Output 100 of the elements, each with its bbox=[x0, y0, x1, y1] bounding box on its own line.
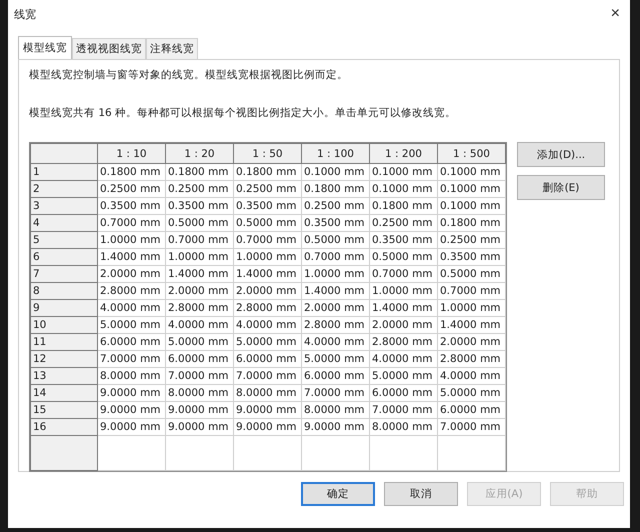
table-cell[interactable]: 0.1000 mm bbox=[438, 198, 506, 214]
table-cell[interactable]: 0.7000 mm bbox=[166, 232, 234, 248]
table-cell[interactable]: 8.0000 mm bbox=[98, 368, 166, 384]
table-cell[interactable]: 9.0000 mm bbox=[166, 402, 234, 418]
table-cell[interactable]: 0.1000 mm bbox=[302, 164, 370, 180]
table-cell[interactable]: 2.8000 mm bbox=[98, 282, 166, 300]
table-cell[interactable]: 9.0000 mm bbox=[98, 402, 166, 418]
table-cell[interactable]: 8.0000 mm bbox=[166, 384, 234, 402]
table-cell[interactable]: 0.1800 mm bbox=[166, 164, 234, 180]
table-cell[interactable]: 5.0000 mm bbox=[234, 334, 302, 350]
table-cell[interactable]: 5.0000 mm bbox=[370, 368, 438, 384]
table-cell[interactable]: 8.0000 mm bbox=[302, 402, 370, 418]
table-cell[interactable]: 1.4000 mm bbox=[370, 300, 438, 316]
table-cell[interactable]: 2.0000 mm bbox=[166, 282, 234, 300]
table-cell[interactable]: 0.3500 mm bbox=[438, 248, 506, 266]
table-cell[interactable]: 9.0000 mm bbox=[234, 418, 302, 436]
table-cell[interactable]: 5.0000 mm bbox=[438, 384, 506, 402]
table-cell[interactable]: 0.7000 mm bbox=[98, 214, 166, 232]
table-cell[interactable]: 0.3500 mm bbox=[98, 198, 166, 214]
table-cell[interactable]: 0.7000 mm bbox=[302, 248, 370, 266]
table-cell[interactable]: 0.5000 mm bbox=[234, 214, 302, 232]
table-cell[interactable]: 4.0000 mm bbox=[166, 316, 234, 334]
table-cell[interactable]: 0.3500 mm bbox=[166, 198, 234, 214]
table-cell[interactable]: 0.3500 mm bbox=[370, 232, 438, 248]
table-cell[interactable]: 2.0000 mm bbox=[302, 300, 370, 316]
table-cell[interactable]: 1.0000 mm bbox=[438, 300, 506, 316]
table-cell[interactable]: 2.0000 mm bbox=[98, 266, 166, 282]
table-cell[interactable]: 4.0000 mm bbox=[302, 334, 370, 350]
table-cell[interactable]: 1.4000 mm bbox=[166, 266, 234, 282]
table-cell[interactable]: 4.0000 mm bbox=[98, 300, 166, 316]
close-button[interactable]: × bbox=[604, 5, 626, 23]
table-cell[interactable]: 0.1000 mm bbox=[370, 180, 438, 198]
table-cell[interactable]: 9.0000 mm bbox=[166, 418, 234, 436]
table-cell[interactable]: 0.2500 mm bbox=[302, 198, 370, 214]
table-cell[interactable]: 0.2500 mm bbox=[438, 232, 506, 248]
table-cell[interactable]: 2.0000 mm bbox=[234, 282, 302, 300]
table-cell[interactable]: 7.0000 mm bbox=[370, 402, 438, 418]
dialog-button[interactable]: 确定 bbox=[301, 482, 375, 506]
table-cell[interactable]: 5.0000 mm bbox=[166, 334, 234, 350]
table-cell[interactable]: 2.8000 mm bbox=[438, 350, 506, 368]
table-cell[interactable]: 9.0000 mm bbox=[302, 418, 370, 436]
table-cell[interactable]: 0.7000 mm bbox=[438, 282, 506, 300]
table-cell[interactable]: 1.0000 mm bbox=[302, 266, 370, 282]
table-cell[interactable]: 0.5000 mm bbox=[166, 214, 234, 232]
table-cell[interactable]: 0.2500 mm bbox=[234, 180, 302, 198]
table-cell[interactable]: 1.4000 mm bbox=[234, 266, 302, 282]
tab[interactable]: 注释线宽 bbox=[146, 38, 198, 59]
table-cell[interactable]: 9.0000 mm bbox=[98, 418, 166, 436]
table-cell[interactable]: 4.0000 mm bbox=[370, 350, 438, 368]
table-cell[interactable]: 5.0000 mm bbox=[98, 316, 166, 334]
table-cell[interactable]: 6.0000 mm bbox=[98, 334, 166, 350]
table-cell[interactable]: 0.1800 mm bbox=[234, 164, 302, 180]
table-cell[interactable]: 0.1800 mm bbox=[302, 180, 370, 198]
table-cell[interactable]: 0.7000 mm bbox=[234, 232, 302, 248]
side-button[interactable]: 添加(D)... bbox=[517, 142, 605, 167]
table-cell[interactable]: 0.2500 mm bbox=[370, 214, 438, 232]
table-cell[interactable]: 8.0000 mm bbox=[370, 418, 438, 436]
table-cell[interactable]: 9.0000 mm bbox=[98, 384, 166, 402]
table-cell[interactable]: 0.2500 mm bbox=[98, 180, 166, 198]
table-cell[interactable]: 4.0000 mm bbox=[438, 368, 506, 384]
table-cell[interactable]: 6.0000 mm bbox=[302, 368, 370, 384]
table-cell[interactable]: 9.0000 mm bbox=[234, 402, 302, 418]
table-cell[interactable]: 0.1800 mm bbox=[438, 214, 506, 232]
table-cell[interactable]: 1.0000 mm bbox=[234, 248, 302, 266]
table-cell[interactable]: 2.0000 mm bbox=[370, 316, 438, 334]
table-cell[interactable]: 0.5000 mm bbox=[370, 248, 438, 266]
table-cell[interactable]: 1.4000 mm bbox=[438, 316, 506, 334]
table-cell[interactable]: 0.1000 mm bbox=[438, 164, 506, 180]
table-cell[interactable]: 7.0000 mm bbox=[302, 384, 370, 402]
table-cell[interactable]: 6.0000 mm bbox=[438, 402, 506, 418]
table-cell[interactable]: 2.0000 mm bbox=[438, 334, 506, 350]
table-cell[interactable]: 0.1000 mm bbox=[438, 180, 506, 198]
table-cell[interactable]: 5.0000 mm bbox=[302, 350, 370, 368]
table-cell[interactable]: 6.0000 mm bbox=[234, 350, 302, 368]
table-cell[interactable]: 7.0000 mm bbox=[438, 418, 506, 436]
table-cell[interactable]: 6.0000 mm bbox=[370, 384, 438, 402]
side-button[interactable]: 删除(E) bbox=[517, 175, 605, 200]
table-cell[interactable]: 0.1800 mm bbox=[370, 198, 438, 214]
tab[interactable]: 模型线宽 bbox=[18, 36, 72, 59]
table-cell[interactable]: 0.5000 mm bbox=[302, 232, 370, 248]
table-cell[interactable]: 0.5000 mm bbox=[438, 266, 506, 282]
dialog-button[interactable]: 取消 bbox=[384, 482, 458, 506]
table-cell[interactable]: 2.8000 mm bbox=[302, 316, 370, 334]
table-cell[interactable]: 2.8000 mm bbox=[370, 334, 438, 350]
table-cell[interactable]: 7.0000 mm bbox=[234, 368, 302, 384]
table-cell[interactable]: 7.0000 mm bbox=[98, 350, 166, 368]
table-cell[interactable]: 0.2500 mm bbox=[166, 180, 234, 198]
table-cell[interactable]: 1.0000 mm bbox=[98, 232, 166, 248]
table-cell[interactable]: 4.0000 mm bbox=[234, 316, 302, 334]
tab[interactable]: 透视视图线宽 bbox=[72, 38, 146, 59]
table-cell[interactable]: 8.0000 mm bbox=[234, 384, 302, 402]
table-cell[interactable]: 0.7000 mm bbox=[370, 266, 438, 282]
table-cell[interactable]: 0.1000 mm bbox=[370, 164, 438, 180]
table-cell[interactable]: 1.4000 mm bbox=[98, 248, 166, 266]
table-cell[interactable]: 2.8000 mm bbox=[234, 300, 302, 316]
table-cell[interactable]: 0.3500 mm bbox=[302, 214, 370, 232]
table-cell[interactable]: 2.8000 mm bbox=[166, 300, 234, 316]
table-cell[interactable]: 1.0000 mm bbox=[370, 282, 438, 300]
table-cell[interactable]: 6.0000 mm bbox=[166, 350, 234, 368]
table-cell[interactable]: 0.3500 mm bbox=[234, 198, 302, 214]
